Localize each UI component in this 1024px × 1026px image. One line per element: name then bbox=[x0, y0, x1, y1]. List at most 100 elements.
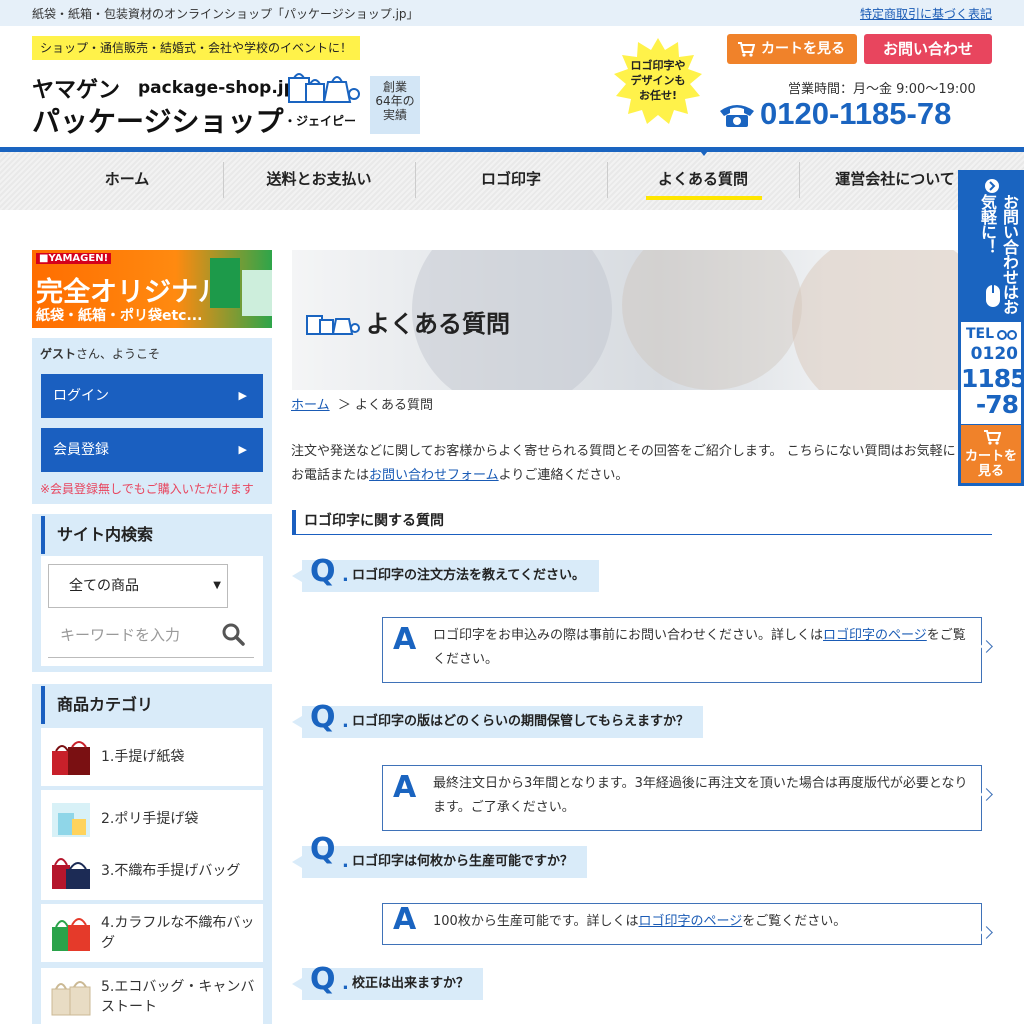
category-label: 4.カラフルな不織布バッグ bbox=[101, 915, 255, 951]
anniversary-text: 創業 64年の 実績 bbox=[375, 80, 415, 122]
category-item-paper-bags[interactable]: 1.手提げ紙袋 bbox=[41, 728, 263, 786]
banner-title: 完全オリジナル bbox=[36, 277, 225, 308]
page-title: よくある質問 bbox=[366, 310, 510, 338]
view-cart-label: カートを見る bbox=[761, 41, 845, 57]
faq-question: Q. ロゴ印字の版はどのくらいの期間保管してもらえますか？ bbox=[292, 700, 703, 738]
phone-number-text: 0120-1185-78 bbox=[760, 96, 952, 131]
logo-suffix: ・ジェイピー bbox=[284, 114, 357, 128]
category-label: 2.ポリ手提げ袋 bbox=[101, 811, 199, 827]
question-mark-icon: Q bbox=[310, 962, 336, 997]
cart-icon bbox=[738, 42, 755, 57]
arrow-right-icon: ▶ bbox=[238, 443, 247, 456]
nav-shipping-payment[interactable]: 送料とお支払い bbox=[224, 158, 414, 200]
login-button[interactable]: ログイン ▶ bbox=[41, 374, 263, 418]
view-cart-button[interactable]: カートを見る bbox=[727, 34, 857, 64]
category-item-colorful-bags[interactable]: 4.カラフルな不織布バッグ bbox=[41, 904, 263, 962]
legal-notice-link[interactable]: 特定商取引に基づく表記 bbox=[860, 5, 992, 22]
login-label: ログイン bbox=[53, 388, 109, 404]
banner-bag-image bbox=[242, 270, 272, 316]
logo-printing-page-link[interactable]: ロゴ印字のページ bbox=[823, 628, 927, 643]
category-label: 3.不織布手提げバッグ bbox=[101, 863, 241, 879]
poly-bag-thumbnail bbox=[52, 803, 90, 837]
nav-home[interactable]: ホーム bbox=[32, 158, 222, 200]
faq-question: Q. 校正は出来ますか？ bbox=[291, 962, 484, 1000]
category-label: 1.手提げ紙袋 bbox=[101, 749, 185, 765]
eco-bag-thumbnail bbox=[51, 981, 91, 1016]
faq-answer: A 最終注文日から3年間となります。3年経過後に再注文を頂いた場合は再度版代が必… bbox=[382, 765, 982, 831]
search-category-value: 全ての商品 bbox=[69, 578, 139, 594]
business-hours: 営業時間：月〜金 9:00〜19:00 bbox=[788, 82, 976, 97]
floating-phone[interactable]: TEL 0120 1185 -78 bbox=[961, 322, 1024, 424]
answer-text: 最終注文日から3年間となります。3年経過後に再注文を頂いた場合は再度版代が必要と… bbox=[433, 776, 968, 815]
intro-text-end: よりご連絡ください。 bbox=[498, 468, 629, 483]
floating-contact-label: お問い合わせはお気軽に！ bbox=[978, 194, 1019, 314]
banner-bag-image bbox=[210, 258, 240, 308]
banner-brand: ■YAMAGEN! bbox=[36, 253, 112, 264]
category-label: 5.エコバッグ・キャンバストート bbox=[101, 979, 255, 1015]
welcome-message: ゲストさん、ようこそ bbox=[40, 345, 160, 362]
breadcrumb: ホーム ＞ よくある質問 bbox=[291, 394, 433, 413]
floating-cart-button[interactable]: カートを 見る bbox=[961, 425, 1021, 483]
nonwoven-bag-thumbnail bbox=[52, 858, 90, 889]
shopping-bags-icon bbox=[288, 73, 360, 103]
site-tagline: 紙袋・紙箱・包装資材のオンラインショップ「パッケージショップ.jp」 bbox=[32, 7, 419, 21]
site-search-title: サイト内検索 bbox=[41, 516, 263, 554]
banner-subtitle: 紙袋・紙箱・ポリ袋etc... bbox=[36, 308, 203, 324]
colorful-bag-thumbnail bbox=[52, 918, 90, 951]
section-heading: ロゴ印字に関する質問 bbox=[292, 510, 992, 535]
nav-faq[interactable]: よくある質問 bbox=[608, 158, 798, 200]
search-icon[interactable] bbox=[221, 622, 245, 646]
register-button[interactable]: 会員登録 ▶ bbox=[41, 428, 263, 472]
category-item-eco-bags[interactable]: 5.エコバッグ・キャンバストート bbox=[41, 968, 263, 1026]
search-category-select[interactable]: 全ての商品 ▼ bbox=[48, 564, 228, 608]
question-mark-icon: Q bbox=[310, 832, 336, 867]
top-strip: 紙袋・紙箱・包装資材のオンラインショップ「パッケージショップ.jp」 特定商取引… bbox=[0, 0, 1024, 26]
answer-mark-icon: A bbox=[393, 770, 417, 805]
breadcrumb-current: よくある質問 bbox=[355, 398, 434, 413]
guest-purchase-note: ※会員登録無しでもご購入いただけます bbox=[40, 482, 254, 496]
tel-number-part-3: -78 bbox=[975, 390, 1019, 419]
faq-answer: A ロゴ印字をお申込みの際は事前にお問い合わせください。詳しくはロゴ印字のページ… bbox=[382, 617, 982, 683]
category-item-nonwoven-bags[interactable]: 3.不織布手提げバッグ bbox=[41, 842, 263, 900]
question-mark-icon: Q bbox=[310, 700, 336, 735]
answer-text: 100枚から生産可能です。詳しくは bbox=[433, 914, 639, 929]
logo-domain: package-shop.jp bbox=[138, 78, 296, 98]
faq-answer: A 100枚から生産可能です。詳しくはロゴ印字のページをご覧ください。 bbox=[382, 902, 982, 945]
telephone-icon bbox=[720, 104, 754, 127]
question-text: ロゴ印字の注文方法を教えてください。 bbox=[352, 568, 585, 583]
phone-number[interactable]: 0120-1185-78 bbox=[718, 96, 951, 132]
answer-mark-icon: A bbox=[393, 622, 417, 657]
question-text: 校正は出来ますか？ bbox=[352, 976, 470, 991]
search-input[interactable]: キーワードを入力 bbox=[60, 624, 180, 645]
header-catchphrase: ショップ・通信販売・結婚式・会社や学校のイベントに！ bbox=[32, 36, 361, 60]
promo-burst-text: ロゴ印字や デザインも お任せ! bbox=[630, 59, 686, 102]
question-text: ロゴ印字の版はどのくらいの期間保管してもらえますか？ bbox=[352, 714, 689, 729]
faq-intro: 注文や発送などに関してお客様からよく寄せられる質問とその回答をご紹介します。 こ… bbox=[291, 440, 967, 488]
faq-question: Q. ロゴ印字の注文方法を教えてください。 bbox=[292, 554, 599, 592]
floating-cart-label: カートを 見る bbox=[964, 449, 1017, 479]
category-title: 商品カテゴリ bbox=[41, 686, 263, 724]
arrow-right-icon: ▶ bbox=[238, 389, 247, 402]
breadcrumb-home-link[interactable]: ホーム bbox=[291, 398, 330, 413]
faq-question: Q. ロゴ印字は何枚から生産可能ですか？ bbox=[291, 832, 588, 878]
logo-printing-page-link[interactable]: ロゴ印字のページ bbox=[639, 914, 743, 929]
answer-text-end: をご覧ください。 bbox=[742, 914, 847, 929]
category-item-poly-bags[interactable]: 2.ポリ手提げ袋 bbox=[41, 790, 263, 848]
nav-active-indicator bbox=[646, 196, 762, 200]
tel-number-part-1: 0120 bbox=[970, 344, 1018, 364]
free-dial-icon bbox=[997, 330, 1017, 340]
contact-form-link[interactable]: お問い合わせフォーム bbox=[369, 468, 499, 483]
cart-icon bbox=[984, 430, 1001, 445]
tel-label: TEL bbox=[966, 326, 995, 342]
shopping-bags-icon bbox=[306, 315, 360, 335]
nav-logo-printing[interactable]: ロゴ印字 bbox=[416, 158, 606, 200]
paper-bag-thumbnail bbox=[52, 741, 90, 775]
logo-name: パッケージショップ bbox=[32, 105, 284, 138]
original-products-banner[interactable]: ■YAMAGEN! 完全オリジナル 紙袋・紙箱・ポリ袋etc... bbox=[32, 250, 272, 328]
contact-button[interactable]: お問い合わせ bbox=[864, 34, 992, 64]
welcome-suffix: さん、ようこそ bbox=[76, 347, 161, 361]
chevron-right-icon bbox=[985, 179, 999, 193]
answer-mark-icon: A bbox=[393, 902, 417, 937]
register-label: 会員登録 bbox=[53, 442, 109, 458]
answer-text: ロゴ印字をお申込みの際は事前にお問い合わせください。詳しくは bbox=[433, 628, 824, 643]
